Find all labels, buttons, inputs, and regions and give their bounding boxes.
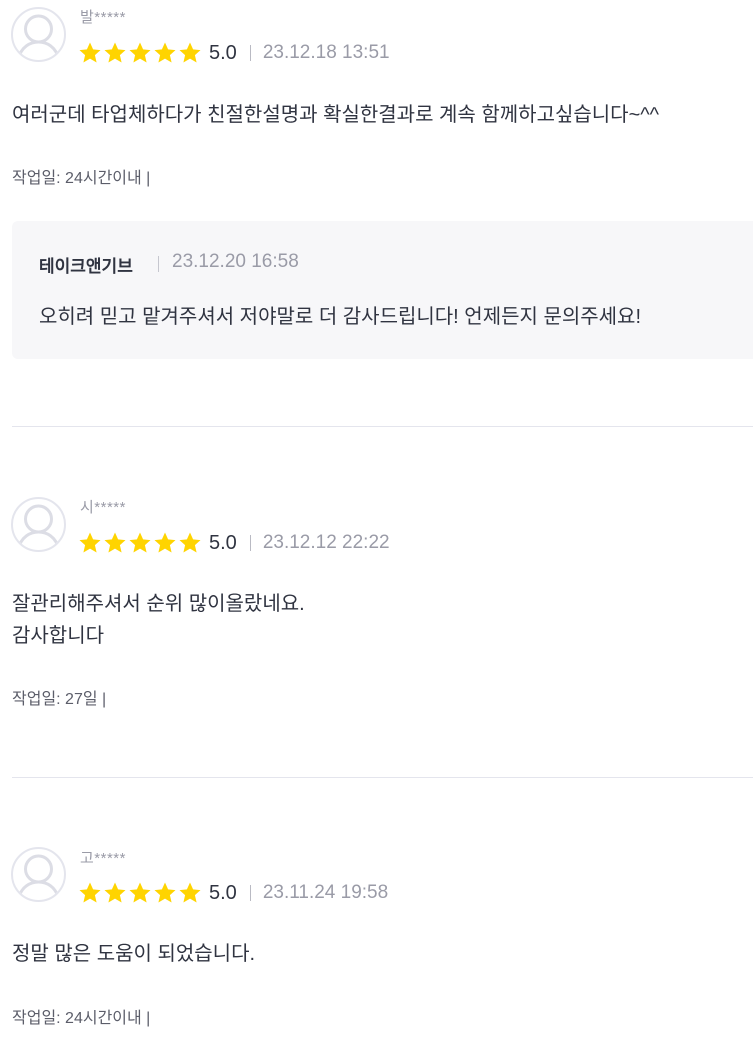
star-icon [154, 532, 176, 553]
reviewer-name: 시***** [80, 499, 126, 516]
review-date: 23.11.24 19:58 [262, 882, 389, 903]
avatar [11, 7, 66, 62]
work-duration: 작업일: 24시간이내 | [12, 170, 151, 187]
star-icon [179, 532, 201, 553]
review-text: 여러군데 타업체하다가 친절한설명과 확실한결과로 계속 함께하고싶습니다~^^ [12, 104, 660, 126]
rating-score: 5.0 [209, 881, 237, 904]
user-silhouette-icon [16, 14, 61, 60]
reply-text: 오히려 믿고 맡겨주셔서 저야말로 더 감사드립니다! 언제든지 문의주세요! [39, 306, 642, 328]
work-duration: 작업일: 27일 | [12, 691, 107, 708]
review-date: 23.12.12 22:22 [262, 532, 390, 553]
separator [249, 885, 251, 901]
star-icon [129, 882, 151, 903]
divider [12, 426, 753, 427]
star-icon [129, 532, 151, 553]
rating-row: 5.0 23.12.12 22:22 [78, 530, 390, 556]
star-icon [179, 42, 201, 63]
star-icon [79, 42, 101, 63]
star-rating [78, 881, 203, 905]
star-icon [104, 882, 126, 903]
reply-date: 23.12.20 16:58 [172, 251, 299, 272]
star-icon [104, 42, 126, 63]
star-icon [129, 42, 151, 63]
review-date: 23.12.18 13:51 [262, 42, 390, 63]
review-text: 잘관리해주셔서 순위 많이올랐네요. 감사합니다 [12, 593, 305, 647]
user-silhouette-icon [16, 504, 61, 550]
separator [158, 256, 159, 272]
star-icon [104, 532, 126, 553]
rating-row: 5.0 23.11.24 19:58 [78, 880, 388, 906]
avatar [11, 847, 66, 902]
reviewer-name: 고***** [80, 850, 126, 867]
separator [249, 535, 251, 551]
star-rating [78, 531, 203, 555]
seller-reply: 테이크앤기브 23.12.20 16:58 오히려 믿고 맡겨주셔서 저야말로 … [12, 221, 753, 359]
rating-score: 5.0 [209, 531, 237, 554]
user-silhouette-icon [16, 854, 61, 900]
divider [12, 777, 753, 778]
avatar [11, 497, 66, 552]
review-text: 정말 많은 도움이 되었습니다. [12, 943, 256, 965]
star-icon [154, 42, 176, 63]
separator [249, 45, 251, 61]
star-icon [79, 532, 101, 553]
rating-row: 5.0 23.12.18 13:51 [78, 40, 390, 66]
reply-author: 테이크앤기브 [39, 257, 133, 276]
rating-score: 5.0 [209, 41, 237, 64]
star-icon [179, 882, 201, 903]
reviewer-name: 발***** [80, 9, 126, 26]
work-duration: 작업일: 24시간이내 | [12, 1010, 151, 1027]
star-rating [78, 41, 203, 65]
star-icon [79, 882, 101, 903]
star-icon [154, 882, 176, 903]
